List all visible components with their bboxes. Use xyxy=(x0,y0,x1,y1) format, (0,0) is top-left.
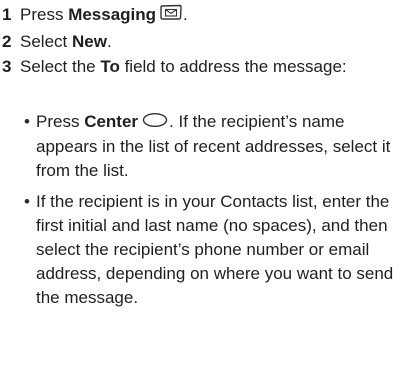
instruction-document: 1 Press Messaging. 2 Select New. 3 Selec… xyxy=(0,0,410,372)
bullet-dot: • xyxy=(24,192,30,211)
step-bold-term: Messaging xyxy=(68,5,157,24)
step-text: Select New. xyxy=(20,30,400,54)
bullet-text: Press Center. If the recipient’s name ap… xyxy=(36,110,410,183)
messaging-envelope-icon xyxy=(159,3,183,28)
step-number: 2 xyxy=(2,32,12,51)
step-text: Select the To field to address the messa… xyxy=(20,55,400,79)
step-text: Press Messaging. xyxy=(20,3,400,28)
step-text-pre: Press xyxy=(20,5,69,24)
bullet-text: If the recipient is in your Contacts lis… xyxy=(36,192,394,307)
bullet-text-pre: Press xyxy=(36,112,85,131)
step-bold-term: To xyxy=(100,57,120,76)
step-text-post: field to address the message: xyxy=(119,57,347,76)
bullet-bold-term: Center xyxy=(84,112,139,131)
step-number: 3 xyxy=(2,57,12,76)
step-text-post: . xyxy=(183,5,188,24)
step-text-pre: Select the xyxy=(20,57,101,76)
step-text-pre: Select xyxy=(20,32,72,51)
bullet-dot: • xyxy=(24,112,30,131)
step-bold-term: New xyxy=(71,32,107,51)
center-button-icon xyxy=(141,111,169,135)
step-text-post: . xyxy=(106,32,112,51)
step-number: 1 xyxy=(2,5,12,24)
